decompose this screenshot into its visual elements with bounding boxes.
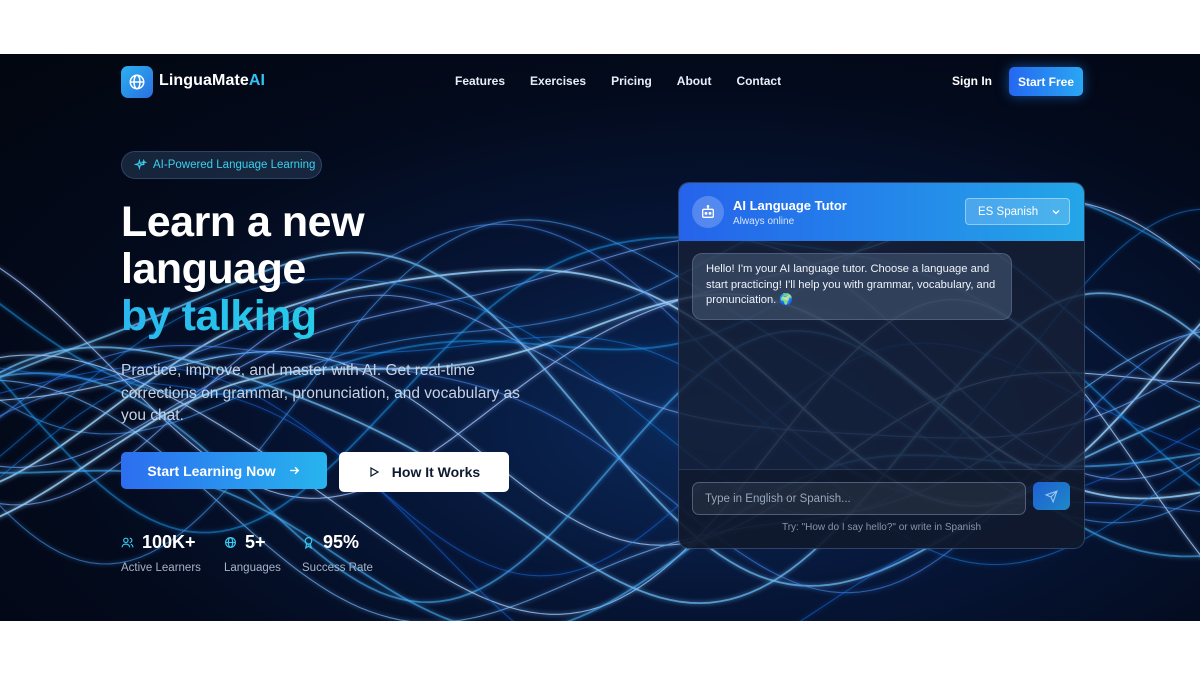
stat-success: 95% Success Rate: [302, 532, 373, 574]
chat-hint: Try: "How do I say hello?" or write in S…: [781, 522, 982, 533]
chat-title: AI Language Tutor: [733, 198, 847, 213]
stat-languages-label: Languages: [224, 562, 281, 574]
send-button[interactable]: [1033, 482, 1070, 510]
stat-learners-label: Active Learners: [121, 562, 201, 574]
start-learning-label: Start Learning Now: [147, 462, 276, 479]
nav-link-features[interactable]: Features: [455, 74, 505, 88]
language-select-value: ES Spanish: [978, 205, 1039, 218]
stat-languages: 5+ Languages: [224, 532, 281, 574]
stat-languages-value: 5+: [245, 532, 266, 552]
chevron-down-icon: [1052, 210, 1060, 215]
nav-link-about[interactable]: About: [677, 74, 712, 88]
sparkles-icon: [134, 158, 147, 170]
chat-status: Always online: [733, 216, 795, 227]
stat-learners: 100K+ Active Learners: [121, 532, 201, 574]
start-free-button[interactable]: Start Free: [1009, 67, 1083, 96]
tutor-message: Hello! I'm your AI language tutor. Choos…: [692, 253, 1012, 320]
hero-title-line1: Learn a new: [121, 198, 365, 246]
hero-title: Learn a new language by talking: [121, 198, 365, 340]
play-icon: [370, 466, 380, 478]
arrow-right-icon: [289, 466, 299, 475]
logo-globe-icon[interactable]: [121, 66, 153, 98]
sign-in-link[interactable]: Sign In: [952, 74, 992, 88]
users-icon: [121, 537, 134, 548]
nav-link-exercises[interactable]: Exercises: [530, 74, 586, 88]
nav-link-contact[interactable]: Contact: [736, 74, 781, 88]
chat-input[interactable]: [692, 482, 1026, 515]
chat-footer: Try: "How do I say hello?" or write in S…: [679, 469, 1084, 548]
start-learning-button[interactable]: Start Learning Now: [121, 452, 327, 489]
globe-icon: [225, 537, 236, 548]
how-it-works-button[interactable]: How It Works: [339, 452, 509, 492]
stat-success-value: 95%: [323, 532, 360, 552]
stat-learners-value: 100K+: [142, 532, 196, 552]
main-nav: Features Exercises Pricing About Contact: [455, 74, 806, 88]
hero-title-line2: language: [121, 245, 306, 293]
bot-icon: [692, 196, 724, 228]
send-icon: [1045, 489, 1058, 503]
chat-widget: AI Language Tutor Always online ES Spani…: [678, 182, 1085, 549]
hero-subtitle: Practice, improve, and master with AI. G…: [121, 362, 520, 424]
stat-success-label: Success Rate: [302, 562, 373, 574]
nav-link-pricing[interactable]: Pricing: [611, 74, 652, 88]
chat-header: AI Language Tutor Always online ES Spani…: [679, 183, 1084, 241]
hero-badge-label: AI-Powered Language Learning: [153, 159, 316, 171]
brand-name[interactable]: LinguaMateAI: [159, 72, 265, 90]
language-select[interactable]: ES Spanish: [965, 198, 1070, 225]
landing-page: LinguaMateAI Features Exercises Pricing …: [0, 54, 1200, 621]
hero-title-accent: by talking: [121, 293, 364, 340]
hero-badge: AI-Powered Language Learning: [121, 151, 322, 179]
how-it-works-label: How It Works: [391, 464, 481, 480]
award-icon: [304, 537, 313, 549]
